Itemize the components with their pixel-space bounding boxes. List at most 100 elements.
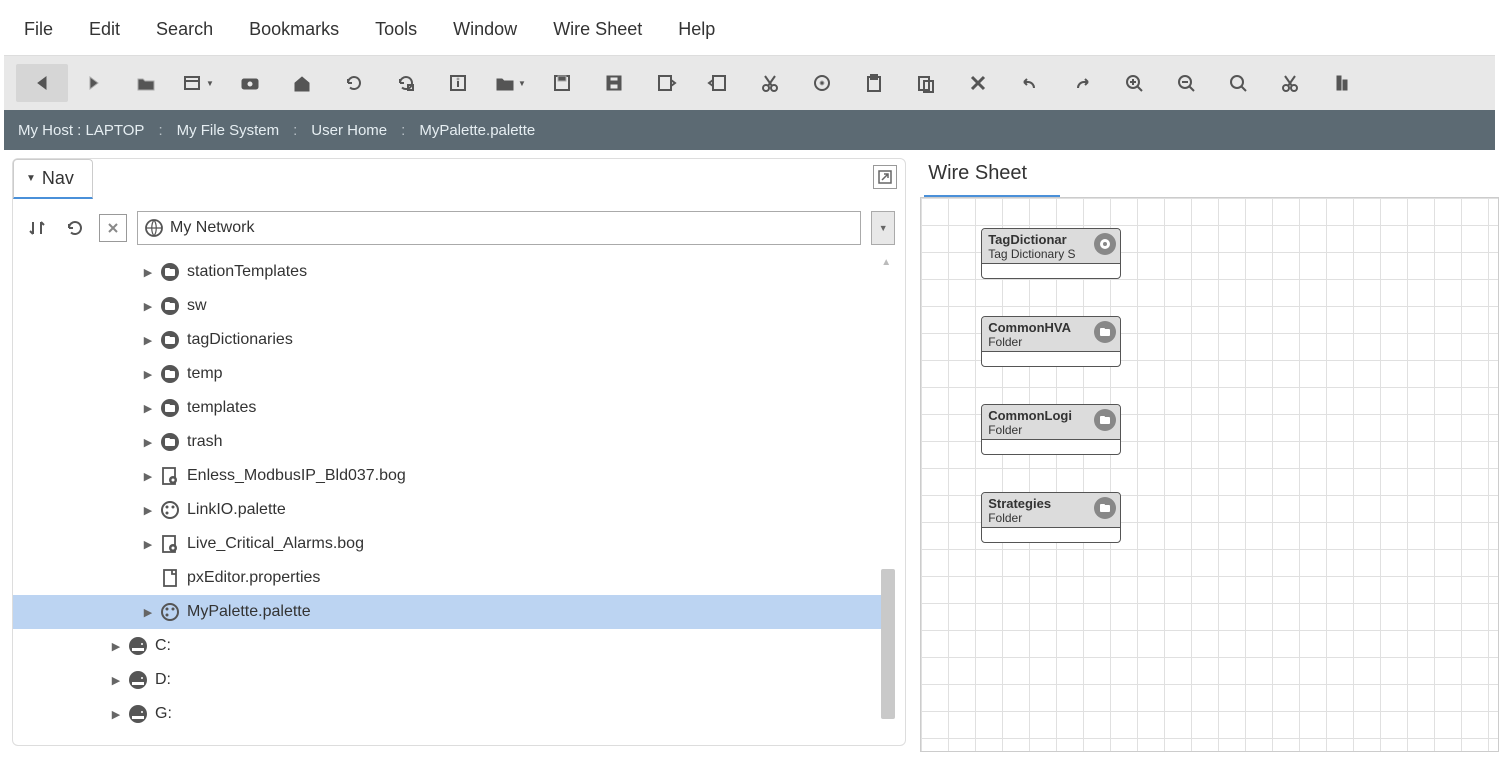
breadcrumb-item[interactable]: MyPalette.palette — [411, 122, 543, 139]
tree-item-label: pxEditor.properties — [187, 569, 320, 587]
folder-ring-icon — [159, 329, 181, 351]
menu-bookmarks[interactable]: Bookmarks — [249, 19, 339, 40]
breadcrumb-item[interactable]: My Host : LAPTOP — [10, 122, 152, 139]
caret-icon[interactable]: ▶ — [141, 606, 155, 619]
refresh-alt-icon[interactable] — [380, 64, 432, 102]
caret-icon[interactable]: ▶ — [141, 470, 155, 483]
zoom-in-icon[interactable] — [1108, 64, 1160, 102]
tree-item-label: C: — [155, 637, 171, 655]
palette-icon — [159, 499, 181, 521]
folder-ring-icon — [159, 363, 181, 385]
export-icon[interactable] — [640, 64, 692, 102]
tree-item[interactable]: ▶stationTemplates — [13, 255, 895, 289]
disk-icon — [127, 635, 149, 657]
tree-item-label: temp — [187, 365, 223, 383]
window-icon[interactable]: ▼ — [172, 64, 224, 102]
tree-item[interactable]: ▶MyPalette.palette — [13, 595, 895, 629]
save-icon[interactable] — [536, 64, 588, 102]
caret-icon[interactable]: ▶ — [109, 640, 123, 653]
caret-icon[interactable]: ▶ — [141, 334, 155, 347]
tree-item-label: G: — [155, 705, 172, 723]
wire-sheet-canvas[interactable]: TagDictionarTag Dictionary S CommonHVAFol… — [920, 197, 1499, 752]
wire-block[interactable]: CommonLogiFolder — [981, 404, 1121, 455]
close-box-icon[interactable] — [99, 214, 127, 242]
home-icon[interactable] — [276, 64, 328, 102]
tree-item-label: templates — [187, 399, 256, 417]
tree-item-label: tagDictionaries — [187, 331, 293, 349]
caret-icon[interactable]: ▶ — [141, 436, 155, 449]
info-icon[interactable] — [432, 64, 484, 102]
tree-item-label: Enless_ModbusIP_Bld037.bog — [187, 467, 406, 485]
caret-icon[interactable]: ▶ — [141, 504, 155, 517]
back-icon[interactable] — [16, 64, 68, 102]
file-gear-icon — [159, 465, 181, 487]
tree-item[interactable]: ▶ LinkIO.palette — [13, 493, 895, 527]
wire-block[interactable]: TagDictionarTag Dictionary S — [981, 228, 1121, 279]
tree-item[interactable]: ▶ tagDictionaries — [13, 323, 895, 357]
breadcrumb-item[interactable]: User Home — [303, 122, 395, 139]
forward-icon[interactable] — [68, 64, 120, 102]
caret-icon[interactable]: ▶ — [109, 708, 123, 721]
cut-icon[interactable] — [744, 64, 796, 102]
tree-item[interactable]: ▶ Enless_ModbusIP_Bld037.bog — [13, 459, 895, 493]
network-dropdown-icon[interactable]: ▼ — [871, 211, 895, 245]
zoom-fit-icon[interactable] — [1212, 64, 1264, 102]
cut-alt-icon[interactable] — [1264, 64, 1316, 102]
zoom-out-icon[interactable] — [1160, 64, 1212, 102]
tree-item[interactable]: ▶ C: — [13, 629, 895, 663]
folder-icon[interactable] — [120, 64, 172, 102]
menu-tools[interactable]: Tools — [375, 19, 417, 40]
tree-item[interactable]: ▶sw — [13, 289, 895, 323]
caret-icon[interactable]: ▶ — [109, 674, 123, 687]
save-disk-icon[interactable] — [588, 64, 640, 102]
tree-item[interactable]: ▶ Live_Critical_Alarms.bog — [13, 527, 895, 561]
menu-help[interactable]: Help — [678, 19, 715, 40]
menu-search[interactable]: Search — [156, 19, 213, 40]
import-icon[interactable] — [692, 64, 744, 102]
wire-block[interactable]: CommonHVAFolder — [981, 316, 1121, 367]
sort-icon[interactable] — [23, 214, 51, 242]
align-icon[interactable] — [1316, 64, 1368, 102]
wire-sheet-panel: Wire Sheet TagDictionarTag Dictionary SC… — [920, 158, 1499, 752]
caret-icon[interactable]: ▶ — [141, 368, 155, 381]
refresh-small-icon[interactable] — [61, 214, 89, 242]
scrollbar[interactable] — [881, 569, 895, 719]
wire-block[interactable]: StrategiesFolder — [981, 492, 1121, 543]
menu-window[interactable]: Window — [453, 19, 517, 40]
tree-item[interactable]: pxEditor.properties — [13, 561, 895, 595]
open-folder-icon[interactable]: ▼ — [484, 64, 536, 102]
camera-icon[interactable] — [224, 64, 276, 102]
tree-item-label: LinkIO.palette — [187, 501, 286, 519]
redo-icon[interactable] — [1056, 64, 1108, 102]
tree-item[interactable]: ▶D: — [13, 663, 895, 697]
undo-icon[interactable] — [1004, 64, 1056, 102]
popout-icon[interactable] — [873, 165, 897, 189]
nav-tab[interactable]: ▼ Nav — [13, 159, 93, 199]
caret-icon[interactable]: ▶ — [141, 402, 155, 415]
copy-icon[interactable] — [796, 64, 848, 102]
toolbar: ▼▼ — [4, 56, 1495, 110]
tree-item[interactable]: ▶ temp — [13, 357, 895, 391]
menubar: File Edit Search Bookmarks Tools Window Wire S… — [4, 4, 1495, 56]
caret-icon[interactable]: ▶ — [141, 538, 155, 551]
tree-item[interactable]: ▶ templates — [13, 391, 895, 425]
menu-file[interactable]: File — [24, 19, 53, 40]
tree-item[interactable]: ▶ trash — [13, 425, 895, 459]
refresh-icon[interactable] — [328, 64, 380, 102]
paste-icon[interactable] — [900, 64, 952, 102]
folder-ring-icon — [159, 261, 181, 283]
tree-item-label: trash — [187, 433, 223, 451]
menu-edit[interactable]: Edit — [89, 19, 120, 40]
caret-icon[interactable]: ▶ — [141, 266, 155, 279]
delete-icon[interactable] — [952, 64, 1004, 102]
tree-item[interactable]: ▶ G: — [13, 697, 895, 731]
clipboard-icon[interactable] — [848, 64, 900, 102]
network-selector[interactable]: My Network — [137, 211, 861, 245]
tree-item-label: Live_Critical_Alarms.bog — [187, 535, 364, 553]
breadcrumb-item[interactable]: My File System — [169, 122, 288, 139]
caret-icon[interactable]: ▶ — [141, 300, 155, 313]
nav-tab-label: Nav — [42, 168, 74, 189]
nav-tree: ▲ ▶stationTemplates▶sw▶tagDictionaries▶t… — [13, 255, 895, 741]
palette-icon — [159, 601, 181, 623]
menu-wire-sheet[interactable]: Wire Sheet — [553, 19, 642, 40]
